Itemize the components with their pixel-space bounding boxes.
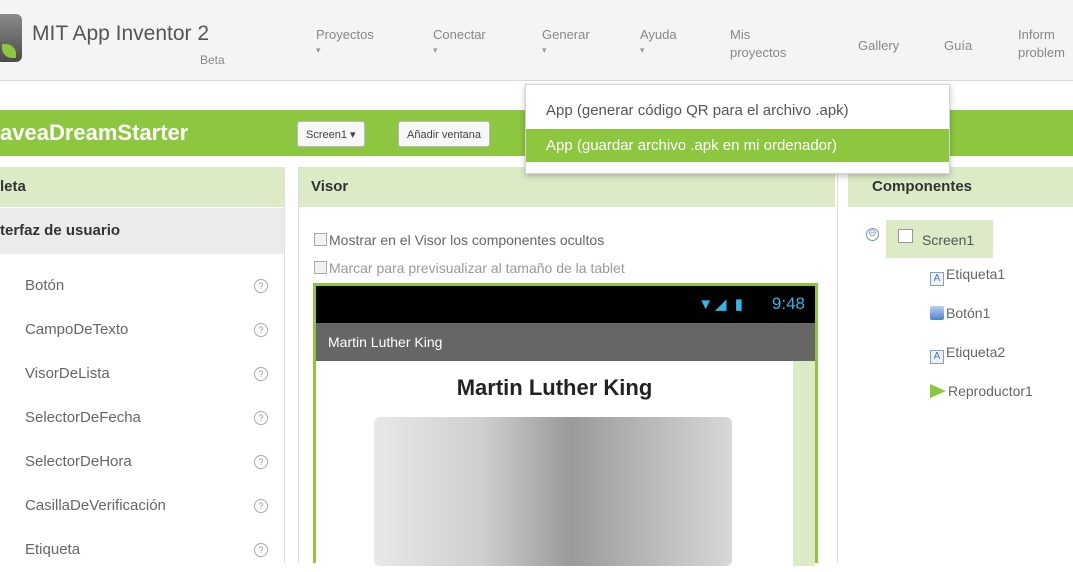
palette-item-textbox[interactable]: CampoDeTexto ? (25, 308, 280, 352)
tree-item-etiqueta1[interactable]: A Etiqueta1 (930, 266, 1005, 286)
tree-item-reproductor1[interactable]: Reproductor1 (930, 383, 1033, 399)
tree-item-label: Etiqueta2 (946, 344, 1006, 360)
generar-dropdown-menu: App (generar código QR para el archivo .… (525, 84, 950, 174)
palette-header: leta (0, 167, 284, 207)
label-icon: A (930, 272, 944, 286)
app-subtitle: Beta (200, 53, 225, 67)
tablet-preview-row[interactable]: Marcar para previsualizar al tamaño de l… (314, 260, 625, 276)
help-icon[interactable]: ? (254, 323, 268, 337)
menu-generar[interactable]: Generar ▾ (542, 26, 590, 56)
help-icon[interactable]: ? (254, 455, 268, 469)
menu-item-generate-qr[interactable]: App (generar código QR para el archivo .… (526, 94, 949, 127)
chevron-down-icon: ▾ (542, 45, 547, 55)
collapse-icon[interactable]: ⊖ (866, 228, 879, 241)
help-icon[interactable]: ? (254, 411, 268, 425)
app-inventor-logo-icon (0, 14, 22, 62)
tree-item-screen1[interactable]: Screen1 (886, 220, 993, 258)
palette-item-button[interactable]: Botón ? (25, 264, 280, 308)
player-icon (930, 384, 946, 398)
tree-item-boton1[interactable]: Botón1 (930, 305, 990, 321)
screen-scrollbar[interactable] (793, 361, 815, 566)
top-bar: MIT App Inventor 2 Beta Proyectos ▾ Cone… (0, 0, 1073, 81)
menu-guia[interactable]: Guía (944, 37, 972, 55)
checkbox-label: Marcar para previsualizar al tamaño de l… (329, 260, 625, 276)
palette-item-label: CampoDeTexto (25, 321, 129, 338)
button-icon (930, 306, 944, 320)
menu-report-problem[interactable]: Inform problem (1018, 26, 1073, 62)
palette-item-listview[interactable]: VisorDeLista ? (25, 352, 280, 396)
palette-item-timepicker[interactable]: SelectorDeHora ? (25, 440, 280, 484)
menu-ayuda[interactable]: Ayuda ▾ (640, 26, 677, 56)
tablet-preview-checkbox[interactable] (314, 261, 327, 274)
menu-label: Proyectos (316, 27, 374, 42)
menu-label: Conectar (433, 27, 486, 42)
palette-item-label-component[interactable]: Etiqueta ? (25, 528, 280, 572)
preview-image-button[interactable] (374, 417, 732, 566)
tree-item-label: Reproductor1 (948, 383, 1033, 399)
chevron-down-icon: ▾ (433, 45, 438, 55)
palette-item-datepicker[interactable]: SelectorDeFecha ? (25, 396, 280, 440)
signal-battery-icon: ▼◢ ▮ (698, 296, 745, 313)
tree-item-label: Botón1 (946, 305, 991, 321)
preview-label-etiqueta1[interactable]: Martin Luther King (316, 375, 793, 401)
app-title: MIT App Inventor 2 (32, 22, 210, 45)
screen-title-bar: Martin Luther King (316, 323, 815, 361)
screen-content: Martin Luther King (316, 361, 793, 566)
palette-item-label: SelectorDeHora (25, 453, 132, 470)
menu-item-save-apk[interactable]: App (guardar archivo .apk en mi ordenado… (526, 129, 949, 162)
menu-gallery[interactable]: Gallery (858, 37, 899, 55)
help-icon[interactable]: ? (254, 367, 268, 381)
palette-item-label: Etiqueta (25, 541, 81, 558)
checkbox-label: Mostrar en el Visor los componentes ocul… (329, 232, 605, 248)
menu-proyectos[interactable]: Proyectos ▾ (316, 26, 374, 56)
palette-item-checkbox[interactable]: CasillaDeVerificación ? (25, 484, 280, 528)
palette-item-label: CasillaDeVerificación (25, 497, 166, 514)
project-name: aveaDreamStarter (0, 120, 189, 145)
palette-item-label: Botón (25, 277, 65, 294)
show-hidden-checkbox[interactable] (314, 233, 327, 246)
menu-conectar[interactable]: Conectar ▾ (433, 26, 486, 56)
show-hidden-components-row[interactable]: Mostrar en el Visor los componentes ocul… (314, 232, 604, 248)
screen-select-button[interactable]: Screen1 ▾ (297, 121, 365, 147)
menu-label: Ayuda (640, 27, 677, 42)
help-icon[interactable]: ? (254, 543, 268, 557)
chevron-down-icon: ▾ (316, 45, 321, 55)
add-screen-button[interactable]: Añadir ventana (398, 121, 490, 147)
screen-icon (898, 229, 913, 243)
help-icon[interactable]: ? (254, 279, 268, 293)
label-icon: A (930, 350, 944, 364)
phone-preview: ▼◢ ▮ 9:48 Martin Luther King Martin Luth… (313, 283, 818, 566)
palette-section-user-interface[interactable]: terfaz de usuario (0, 208, 284, 254)
phone-status-bar: ▼◢ ▮ 9:48 (316, 286, 815, 323)
palette-item-label: VisorDeLista (25, 365, 110, 382)
menu-mis-proyectos[interactable]: Mis proyectos (730, 26, 810, 62)
help-icon[interactable]: ? (254, 499, 268, 513)
palette-item-label: SelectorDeFecha (25, 409, 141, 426)
tree-item-label: Etiqueta1 (946, 266, 1006, 282)
status-time: 9:48 (771, 294, 805, 313)
chevron-down-icon: ▾ (640, 45, 645, 55)
menu-label: Generar (542, 27, 590, 42)
tree-item-etiqueta2[interactable]: A Etiqueta2 (930, 344, 1005, 364)
tree-item-label: Screen1 (922, 232, 975, 248)
